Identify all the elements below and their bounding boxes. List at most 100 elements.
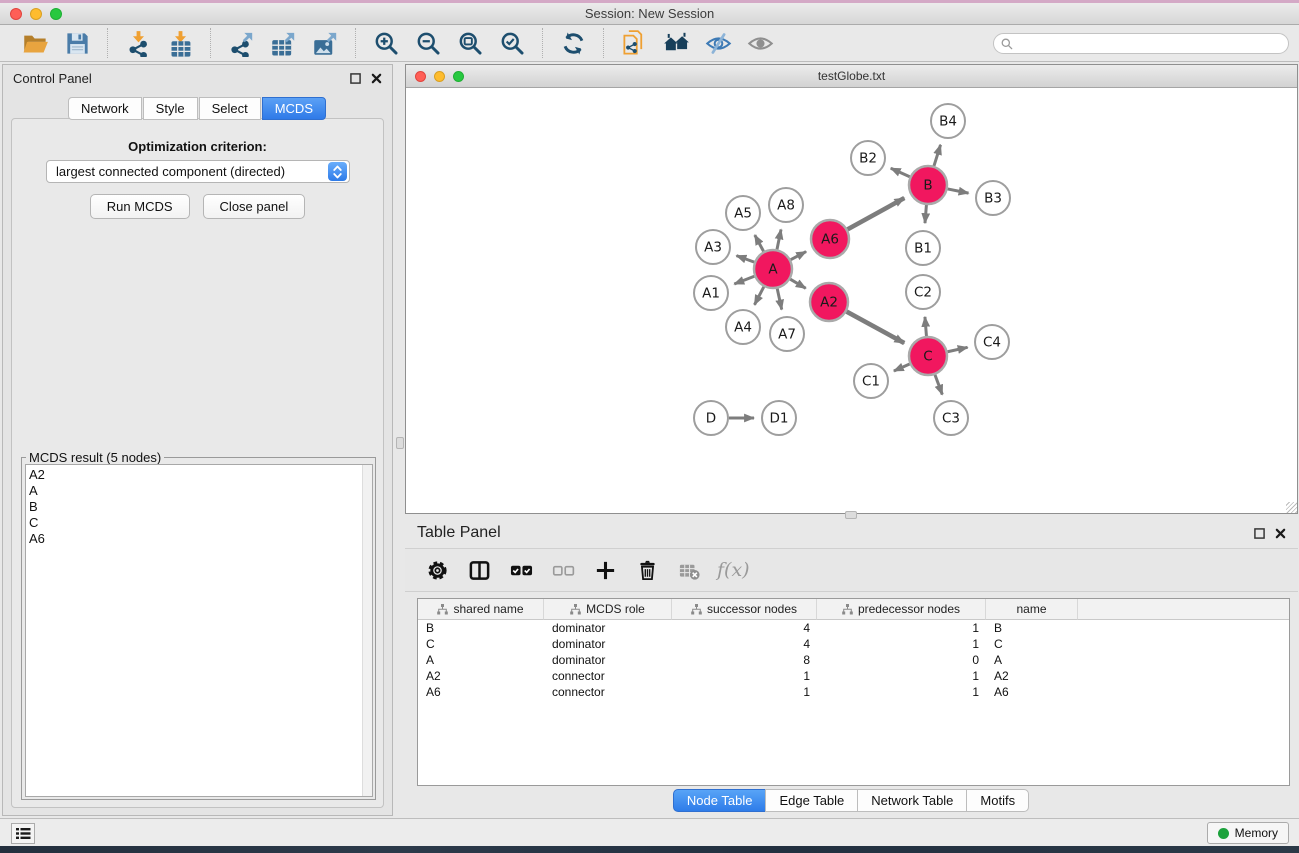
import-network-icon[interactable]: [123, 28, 153, 58]
table-cell[interactable]: 1: [817, 620, 986, 636]
mcds-result-item[interactable]: C: [29, 515, 362, 531]
tab-node-table[interactable]: Node Table: [673, 789, 767, 812]
refresh-icon[interactable]: [558, 28, 588, 58]
mcds-result-listbox[interactable]: A2ABCA6: [25, 464, 373, 797]
graph-node-A6[interactable]: A6: [811, 220, 849, 258]
search-field[interactable]: [993, 33, 1289, 54]
task-history-button[interactable]: [11, 823, 35, 844]
export-table-icon[interactable]: [268, 28, 298, 58]
table-cell[interactable]: 0: [817, 652, 986, 668]
table-cell[interactable]: A: [986, 652, 1078, 668]
import-table-icon[interactable]: [165, 28, 195, 58]
save-session-icon[interactable]: [62, 28, 92, 58]
column-header-predecessor-nodes[interactable]: predecessor nodes: [817, 599, 986, 620]
graph-node-B2[interactable]: B2: [851, 141, 885, 175]
table-cell[interactable]: 1: [672, 668, 817, 684]
table-cell[interactable]: A6: [418, 684, 544, 700]
window-resize-grip[interactable]: [1286, 502, 1297, 513]
graph-node-A1[interactable]: A1: [694, 276, 728, 310]
mcds-result-item[interactable]: A: [29, 483, 362, 499]
columns-icon[interactable]: [465, 556, 493, 584]
table-cell[interactable]: 1: [672, 684, 817, 700]
search-input[interactable]: [1013, 35, 1288, 52]
table-cell[interactable]: B: [986, 620, 1078, 636]
table-cell[interactable]: dominator: [544, 620, 672, 636]
mcds-result-item[interactable]: A6: [29, 531, 362, 547]
close-panel-icon[interactable]: [371, 73, 382, 84]
graph-node-A[interactable]: A: [754, 250, 792, 288]
graph-node-A7[interactable]: A7: [770, 317, 804, 351]
table-cell[interactable]: dominator: [544, 652, 672, 668]
graph-node-C2[interactable]: C2: [906, 275, 940, 309]
table-cell[interactable]: dominator: [544, 636, 672, 652]
home-icon[interactable]: [661, 28, 691, 58]
graph-node-B[interactable]: B: [909, 166, 947, 204]
tab-style[interactable]: Style: [143, 97, 198, 120]
run-mcds-button[interactable]: Run MCDS: [90, 194, 190, 219]
network-canvas[interactable]: B4B2BB3A8A5A6A3B1AA1C2A2A4A7C4CC1C3DD1: [406, 88, 1297, 513]
table-cell[interactable]: C: [418, 636, 544, 652]
table-row[interactable]: Adominator80A: [418, 652, 1289, 668]
graph-node-B1[interactable]: B1: [906, 231, 940, 265]
table-cell[interactable]: A: [418, 652, 544, 668]
tab-select[interactable]: Select: [199, 97, 261, 120]
zoom-in-icon[interactable]: [371, 28, 401, 58]
export-network-icon[interactable]: [226, 28, 256, 58]
table-cell[interactable]: B: [418, 620, 544, 636]
column-header-MCDS-role[interactable]: MCDS role: [544, 599, 672, 620]
table-cell[interactable]: connector: [544, 668, 672, 684]
memory-button[interactable]: Memory: [1207, 822, 1289, 844]
table-cell[interactable]: 4: [672, 620, 817, 636]
open-file-icon[interactable]: [20, 28, 50, 58]
graph-node-B3[interactable]: B3: [976, 181, 1010, 215]
graph-node-A3[interactable]: A3: [696, 230, 730, 264]
optimization-criterion-dropdown[interactable]: largest connected component (directed): [46, 160, 350, 183]
tab-edge-table[interactable]: Edge Table: [765, 789, 858, 812]
hide-panel-icon[interactable]: [703, 28, 733, 58]
table-cell[interactable]: A6: [986, 684, 1078, 700]
graph-node-A4[interactable]: A4: [726, 310, 760, 344]
horizontal-splitter-grip[interactable]: [845, 511, 857, 519]
show-panel-icon[interactable]: [745, 28, 775, 58]
zoom-out-icon[interactable]: [413, 28, 443, 58]
float-table-panel-icon[interactable]: [1254, 528, 1265, 539]
deselect-all-icon[interactable]: [549, 556, 577, 584]
table-row[interactable]: A6connector11A6: [418, 684, 1289, 700]
add-row-icon[interactable]: [591, 556, 619, 584]
graph-node-B4[interactable]: B4: [931, 104, 965, 138]
column-header-successor-nodes[interactable]: successor nodes: [672, 599, 817, 620]
select-all-icon[interactable]: [507, 556, 535, 584]
zoom-fit-icon[interactable]: [455, 28, 485, 58]
tab-mcds[interactable]: MCDS: [262, 97, 326, 120]
mcds-result-item[interactable]: B: [29, 499, 362, 515]
export-image-icon[interactable]: [310, 28, 340, 58]
table-cell[interactable]: 1: [817, 684, 986, 700]
vertical-splitter-grip[interactable]: [396, 437, 404, 449]
graph-node-D1[interactable]: D1: [762, 401, 796, 435]
zoom-selected-icon[interactable]: [497, 28, 527, 58]
graph-node-A2[interactable]: A2: [810, 283, 848, 321]
table-cell[interactable]: 1: [817, 636, 986, 652]
tab-network[interactable]: Network: [68, 97, 142, 120]
table-cell[interactable]: A2: [418, 668, 544, 684]
table-cell[interactable]: connector: [544, 684, 672, 700]
gear-icon[interactable]: [423, 556, 451, 584]
graph-node-A5[interactable]: A5: [726, 196, 760, 230]
graph-node-D[interactable]: D: [694, 401, 728, 435]
delete-row-icon[interactable]: [633, 556, 661, 584]
column-header-shared-name[interactable]: shared name: [418, 599, 544, 620]
close-panel-button[interactable]: Close panel: [203, 194, 306, 219]
table-cell[interactable]: C: [986, 636, 1078, 652]
clone-network-icon[interactable]: [619, 28, 649, 58]
column-header-name[interactable]: name: [986, 599, 1078, 620]
close-table-panel-icon[interactable]: [1275, 528, 1286, 539]
mcds-result-scrollbar[interactable]: [362, 465, 372, 796]
tab-motifs[interactable]: Motifs: [966, 789, 1029, 812]
graph-node-C3[interactable]: C3: [934, 401, 968, 435]
graph-node-C4[interactable]: C4: [975, 325, 1009, 359]
table-row[interactable]: Cdominator41C: [418, 636, 1289, 652]
mcds-result-item[interactable]: A2: [29, 467, 362, 483]
table-cell[interactable]: A2: [986, 668, 1078, 684]
graph-node-C1[interactable]: C1: [854, 364, 888, 398]
graph-node-C[interactable]: C: [909, 337, 947, 375]
